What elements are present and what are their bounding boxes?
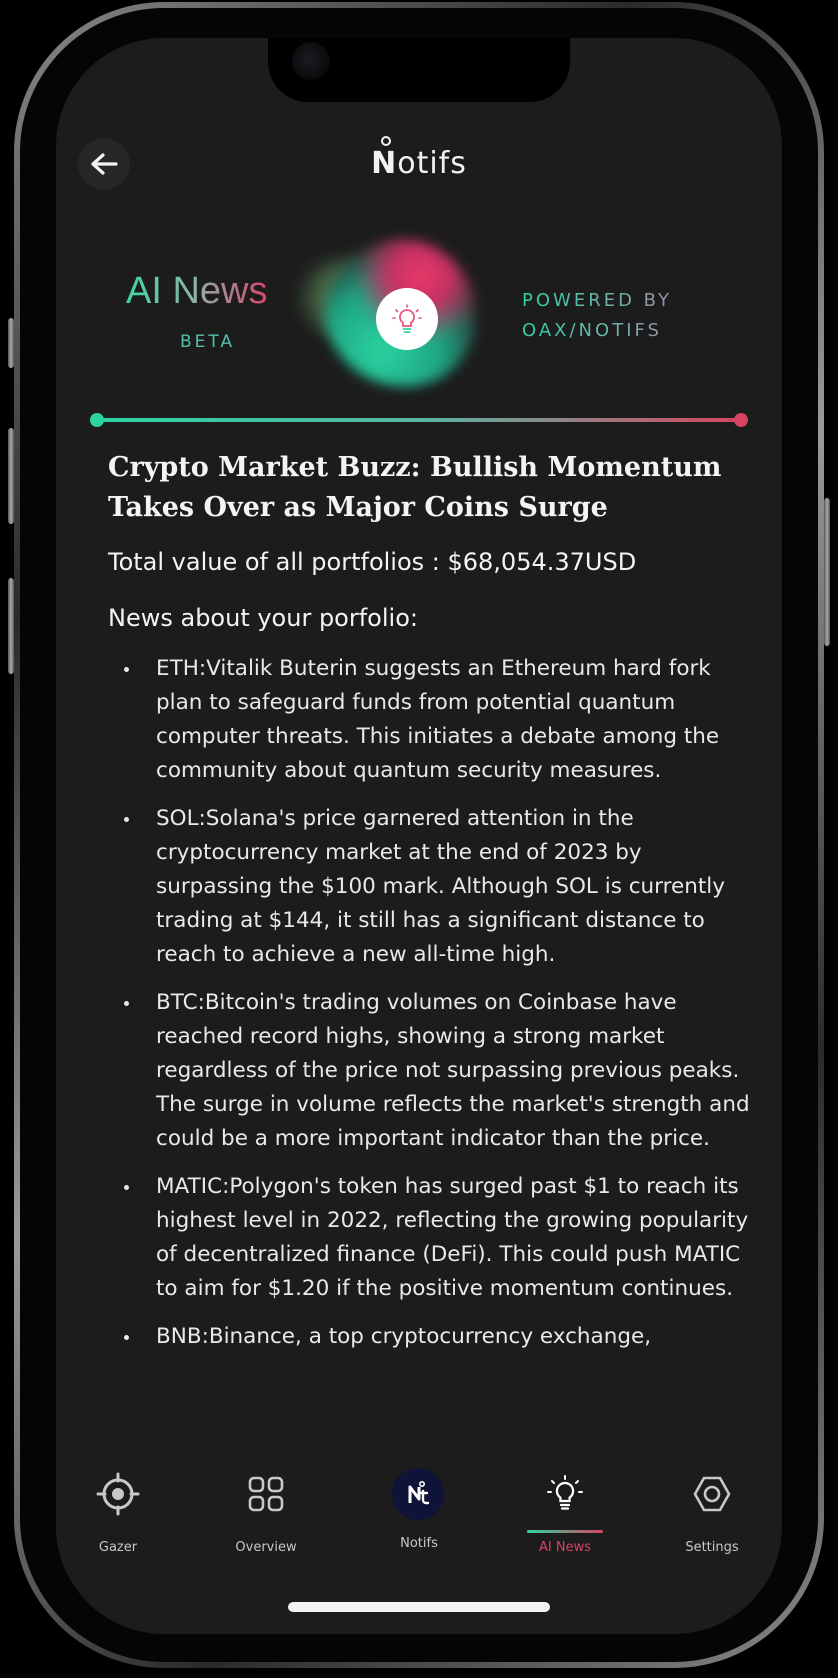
- target-icon: [96, 1472, 140, 1516]
- tab-label: Settings: [685, 1540, 739, 1555]
- tab-label: Overview: [235, 1540, 297, 1555]
- tab-label: Gazer: [98, 1540, 138, 1555]
- gradient-divider: [90, 413, 748, 427]
- lightbulb-icon: [392, 304, 422, 333]
- ai-news-title: AI News: [126, 270, 268, 312]
- news-section-label: News about your porfolio:: [108, 604, 418, 632]
- silent-switch: [8, 318, 14, 368]
- beta-badge: BETA: [180, 332, 236, 352]
- powered-line-1: POWERED BY: [522, 290, 673, 311]
- lightbulb-icon: [543, 1472, 587, 1516]
- news-item: SOL:Solana's price garnered attention in…: [124, 802, 756, 972]
- tab-label: AI News: [539, 1540, 591, 1555]
- scroll-content[interactable]: Notifs AI News BETA POWERED BY OAX/NOTIF…: [56, 38, 782, 1464]
- camera-icon: [292, 42, 330, 80]
- active-tab-indicator: [527, 1530, 603, 1533]
- logo-initial: N: [371, 146, 398, 181]
- orb-center: [376, 288, 438, 350]
- powered-line-2: OAX/NOTIFS: [522, 320, 662, 341]
- news-item: BTC:Bitcoin's trading volumes on Coinbas…: [124, 986, 756, 1156]
- portfolio-total: Total value of all portfolios : $68,054.…: [108, 548, 637, 576]
- notch: [268, 38, 570, 102]
- hexagon-icon: [690, 1472, 734, 1516]
- notifs-logo-icon: [392, 1468, 444, 1520]
- power-button: [824, 498, 830, 646]
- news-list: ETH:Vitalik Buterin suggests an Ethereum…: [108, 652, 756, 1368]
- volume-down-button: [8, 578, 14, 674]
- home-indicator[interactable]: [288, 1602, 550, 1612]
- news-item: MATIC:Polygon's token has surged past $1…: [124, 1170, 756, 1306]
- volume-up-button: [8, 428, 14, 524]
- grid-icon: [244, 1472, 288, 1516]
- divider-dot-start: [90, 413, 104, 427]
- logo-text: otifs: [397, 146, 467, 181]
- app-screen: Notifs AI News BETA POWERED BY OAX/NOTIF…: [56, 38, 782, 1634]
- article-headline: Crypto Market Buzz: Bullish Momentum Tak…: [108, 452, 722, 523]
- news-item: ETH:Vitalik Buterin suggests an Ethereum…: [124, 652, 756, 788]
- ai-orb: [296, 220, 510, 408]
- divider-dot-end: [734, 413, 748, 427]
- app-logo: Notifs: [56, 146, 782, 181]
- powered-by: POWERED BY OAX/NOTIFS: [522, 286, 672, 346]
- tab-label: Notifs: [400, 1536, 438, 1551]
- news-item: BNB:Binance, a top cryptocurrency exchan…: [124, 1320, 756, 1354]
